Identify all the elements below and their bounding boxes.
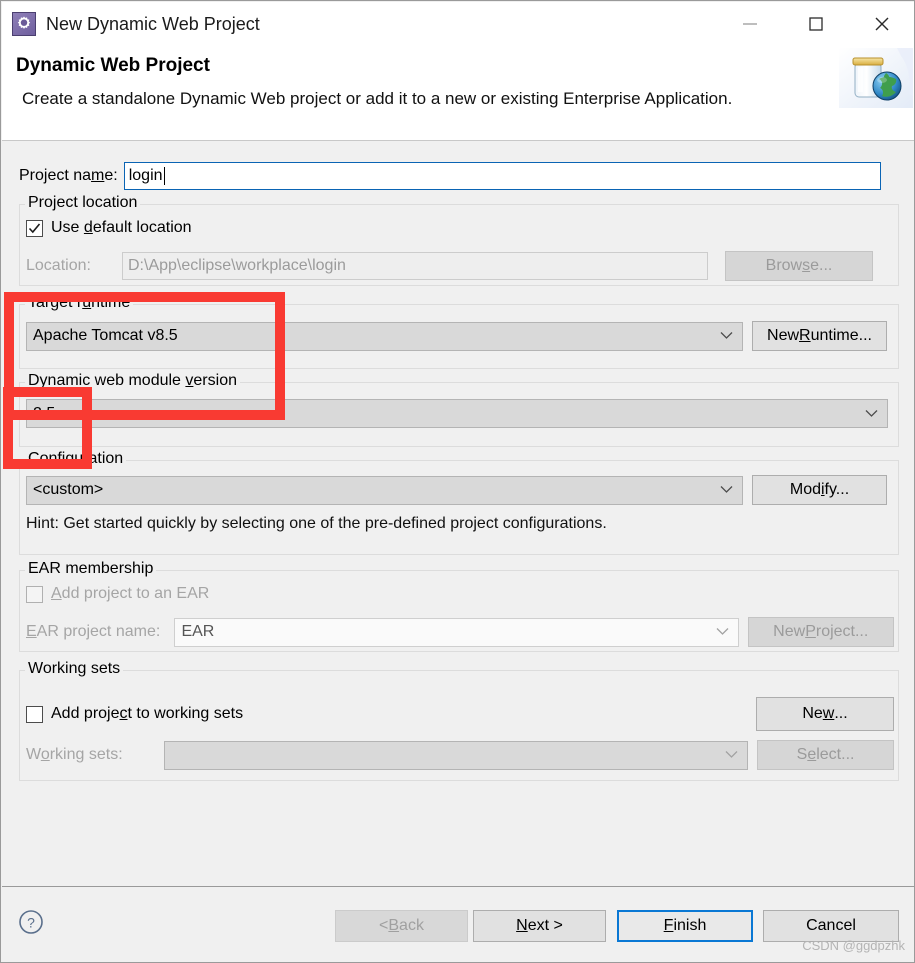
new-dynamic-web-project-dialog: New Dynamic Web Project Dynamic Web Proj… xyxy=(0,0,915,963)
ear-membership-group-title: EAR membership xyxy=(25,560,157,578)
help-question-icon[interactable]: ? xyxy=(18,909,44,935)
configuration-hint: Hint: Get started quickly by selecting o… xyxy=(26,515,607,532)
next-button[interactable]: Next > xyxy=(473,910,606,942)
ear-project-name-combo: EAR xyxy=(174,617,739,647)
location-value: D:\App\eclipse\workplace\login xyxy=(128,257,346,274)
target-runtime-value: Apache Tomcat v8.5 xyxy=(33,327,178,344)
project-name-input[interactable]: login xyxy=(123,162,881,190)
web-module-version-value: 2.5 xyxy=(33,404,56,422)
add-project-to-ear-checkbox[interactable] xyxy=(26,585,43,603)
page-description: Create a standalone Dynamic Web project … xyxy=(22,89,733,108)
working-sets-group-title: Working sets xyxy=(25,660,124,678)
project-name-value: login xyxy=(128,167,163,184)
chevron-down-icon xyxy=(720,481,733,499)
project-location-group-title: Project location xyxy=(25,194,141,212)
chevron-down-icon xyxy=(716,623,729,641)
chevron-down-icon xyxy=(865,405,878,423)
add-to-working-sets-row[interactable]: Add project to working sets Ne w... xyxy=(26,697,894,731)
window-title: New Dynamic Web Project xyxy=(46,13,260,34)
web-module-version-group-title: Dynamic web module version xyxy=(25,372,240,390)
minimize-button[interactable] xyxy=(717,2,783,46)
add-to-ear-checkbox-row[interactable]: Add project to an EAR xyxy=(26,585,209,603)
use-default-location-checkbox-row[interactable]: Use default location xyxy=(26,219,192,237)
maximize-button[interactable] xyxy=(783,2,849,46)
ear-membership-group: EAR membership Add project to an EAR EAR… xyxy=(19,560,899,652)
page-title: Dynamic Web Project xyxy=(16,55,210,76)
cog-icon xyxy=(12,12,36,36)
new-working-set-button[interactable]: Ne w... xyxy=(756,697,894,731)
back-button: < Back xyxy=(335,910,468,942)
new-runtime-button[interactable]: New Runtime... xyxy=(752,321,887,351)
configuration-combo[interactable]: <custom> xyxy=(26,475,743,505)
configuration-row: <custom> Mod i fy... xyxy=(26,475,894,505)
working-sets-combo xyxy=(163,740,749,770)
target-runtime-group: Target runtime Apache Tomcat v8.5 New Ru… xyxy=(19,294,899,369)
close-button[interactable] xyxy=(849,2,914,46)
text-caret xyxy=(163,167,165,185)
modify-button[interactable]: Mod i fy... xyxy=(752,475,887,505)
configuration-group: Configuration <custom> Mod i fy... Hint: G… xyxy=(19,450,899,555)
add-project-to-working-sets-label: Add project to working sets xyxy=(51,705,244,722)
configuration-group-title: Configuration xyxy=(25,450,127,468)
add-project-to-working-sets-checkbox[interactable] xyxy=(26,705,43,723)
browse-button: Brow s e... xyxy=(725,251,873,281)
watermark: CSDN @ggdpzhk xyxy=(802,938,905,953)
location-input: D:\App\eclipse\workplace\login xyxy=(122,252,708,280)
svg-text:?: ? xyxy=(27,915,35,931)
dialog-footer: ? < Back Next > Finish Cancel CSDN @ggdp… xyxy=(2,886,914,962)
web-project-jar-globe-icon xyxy=(839,48,913,108)
ear-project-name-label: EAR project name: xyxy=(26,623,161,640)
location-row: Location: D:\App\eclipse\workplace\login… xyxy=(26,251,894,281)
new-ear-project-button: New Project... xyxy=(747,617,894,647)
chevron-down-icon xyxy=(725,746,738,764)
working-sets-row: Working sets: Se lect... xyxy=(26,740,894,770)
wizard-header: Dynamic Web Project Create a standalone … xyxy=(2,46,914,141)
select-working-sets-button: Se lect... xyxy=(757,740,894,770)
target-runtime-row: Apache Tomcat v8.5 New Runtime... xyxy=(26,321,894,351)
project-name-row: Project name: login xyxy=(19,161,899,191)
add-project-to-ear-label: Add project to an EAR xyxy=(51,585,210,602)
location-label: Location: xyxy=(26,257,91,274)
wizard-body: Project name: login Project location Use… xyxy=(2,142,914,886)
ear-project-name-row: EAR project name: EAR New Project... xyxy=(26,617,894,647)
window-controls xyxy=(717,2,914,46)
title-bar: New Dynamic Web Project xyxy=(2,2,914,46)
working-sets-group: Working sets Add project to working sets… xyxy=(19,660,899,781)
target-runtime-group-title: Target runtime xyxy=(25,294,134,312)
finish-button[interactable]: Finish xyxy=(617,910,753,942)
use-default-location-checkbox[interactable] xyxy=(26,219,43,237)
web-module-version-combo[interactable]: 2.5 xyxy=(26,399,888,428)
working-sets-label: Working sets: xyxy=(26,746,123,763)
configuration-value: <custom> xyxy=(33,481,104,498)
chevron-down-icon xyxy=(720,327,733,345)
project-name-label: Project name: xyxy=(19,167,118,184)
ear-project-name-value: EAR xyxy=(181,623,215,640)
use-default-location-label: Use default location xyxy=(51,219,192,236)
web-module-version-group: Dynamic web module version 2.5 xyxy=(19,372,899,447)
target-runtime-combo[interactable]: Apache Tomcat v8.5 xyxy=(26,321,743,351)
project-location-group: Project location Use default location Lo… xyxy=(19,194,899,286)
web-module-version-row: 2.5 xyxy=(26,399,894,428)
